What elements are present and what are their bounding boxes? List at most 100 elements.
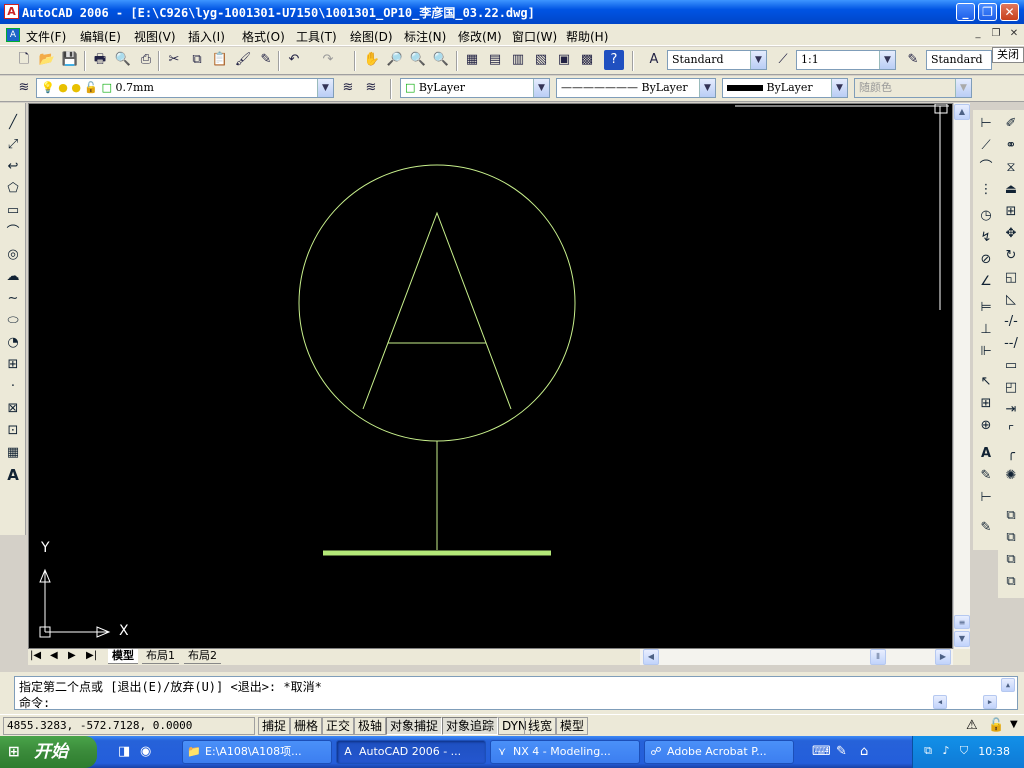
new-icon[interactable]: 🗋: [14, 50, 34, 70]
menu-modify[interactable]: 修改(M): [458, 28, 502, 45]
arc-icon[interactable]: ⌒: [2, 223, 24, 245]
lineweight-toggle[interactable]: 线宽: [524, 717, 557, 735]
stretch-icon[interactable]: ◺: [1000, 290, 1022, 312]
tab-last-button[interactable]: ▶|: [86, 650, 97, 661]
calculator-icon[interactable]: ▩: [577, 50, 597, 70]
menu-help[interactable]: 帮助(H): [566, 28, 608, 45]
layer-previous-icon[interactable]: ≋: [361, 78, 381, 98]
tab-layout2[interactable]: 布局2: [184, 649, 221, 664]
draw-order-back-icon[interactable]: ⧉: [1000, 528, 1022, 550]
menu-format[interactable]: 格式(O): [242, 28, 285, 45]
command-prompt[interactable]: 命令:: [19, 694, 50, 711]
redo-icon[interactable]: ↷: [318, 50, 338, 70]
diameter-dimension-icon[interactable]: ⊘: [975, 250, 997, 272]
drawing-area[interactable]: Y X: [28, 103, 953, 649]
scroll-up-button[interactable]: ▲: [954, 104, 970, 120]
table-style-icon[interactable]: ✎: [903, 50, 923, 70]
tab-model[interactable]: 模型: [108, 649, 138, 664]
menu-window[interactable]: 窗口(W): [512, 28, 557, 45]
pan-icon[interactable]: ✋: [362, 50, 382, 70]
multiline-text-icon[interactable]: A: [2, 465, 24, 487]
continue-dimension-icon[interactable]: ⊩: [975, 342, 997, 364]
cut-icon[interactable]: ✂: [164, 50, 184, 70]
tab-prev-button[interactable]: ◀: [50, 650, 58, 661]
keyboard-icon[interactable]: ⌨: [812, 744, 831, 759]
rotate-icon[interactable]: ↻: [1000, 246, 1022, 268]
mdi-minimize-button[interactable]: _: [970, 27, 986, 42]
quick-dimension-icon[interactable]: ⊨: [975, 298, 997, 320]
move-icon[interactable]: ✥: [1000, 224, 1022, 246]
match-properties-icon[interactable]: 🖌: [233, 50, 253, 70]
polar-toggle[interactable]: 极轴: [354, 717, 387, 735]
scroll-right-button[interactable]: ▶: [935, 649, 951, 665]
close-toolbar-button[interactable]: 关闭: [992, 47, 1024, 63]
dimension-update-icon[interactable]: ⊢: [975, 488, 997, 510]
tool-palettes-icon[interactable]: ▥: [508, 50, 528, 70]
plot-icon[interactable]: 🖶: [90, 50, 110, 70]
dimension-edit-icon[interactable]: A: [975, 444, 997, 466]
scroll-down-button[interactable]: ▼: [954, 631, 970, 647]
explode-icon[interactable]: ✺: [1000, 466, 1022, 488]
menu-insert[interactable]: 插入(I): [188, 28, 225, 45]
command-scroll-right[interactable]: ▶: [983, 695, 997, 709]
quicklaunch-icon-1[interactable]: ◨: [118, 744, 130, 759]
markup-icon[interactable]: ▣: [554, 50, 574, 70]
offset-icon[interactable]: ⏏: [1000, 180, 1022, 202]
draw-order-front-icon[interactable]: ⧉: [1000, 506, 1022, 528]
plot-preview-icon[interactable]: 🔍: [113, 50, 133, 70]
taskbar-item-explorer[interactable]: 📁 E:\A108\A108项...: [182, 740, 332, 764]
scroll-left-button[interactable]: ◀: [643, 649, 659, 665]
spline-icon[interactable]: ∼: [2, 289, 24, 311]
table-style-select[interactable]: Standard: [926, 50, 992, 70]
mdi-close-button[interactable]: ✕: [1006, 27, 1022, 42]
polygon-icon[interactable]: ⬠: [2, 179, 24, 201]
ellipse-arc-icon[interactable]: ◔: [2, 333, 24, 355]
break-icon[interactable]: ◰: [1000, 378, 1022, 400]
tab-layout1[interactable]: 布局1: [142, 649, 179, 664]
chamfer-icon[interactable]: ⌜: [1000, 422, 1022, 444]
text-style-icon[interactable]: A: [644, 50, 664, 70]
network-icon[interactable]: ⧉: [921, 744, 935, 758]
open-icon[interactable]: 📂: [37, 50, 57, 70]
design-center-icon[interactable]: ▤: [485, 50, 505, 70]
dim-scale-select[interactable]: 1:1 ▼: [796, 50, 896, 70]
ellipse-icon[interactable]: ⬭: [2, 311, 24, 333]
mdi-restore-button[interactable]: ❐: [988, 27, 1004, 42]
security-icon[interactable]: ⛉: [957, 744, 971, 758]
dim-style-icon[interactable]: ⟋: [773, 50, 793, 70]
undo-icon[interactable]: ↶: [284, 50, 304, 70]
save-icon[interactable]: 💾: [60, 50, 80, 70]
menu-file[interactable]: 文件(F): [26, 28, 66, 45]
communication-center-icon[interactable]: ⚠: [966, 718, 978, 733]
make-block-icon[interactable]: ·: [2, 377, 24, 399]
dimension-style-icon[interactable]: ✎: [975, 518, 997, 540]
restore-button[interactable]: ❐: [978, 3, 997, 21]
extend-icon[interactable]: --/: [1000, 334, 1022, 356]
pen-icon[interactable]: ✎: [836, 744, 847, 759]
circle-icon[interactable]: ◎: [2, 245, 24, 267]
help-icon[interactable]: ?: [604, 50, 624, 70]
menu-draw[interactable]: 绘图(D): [350, 28, 393, 45]
menu-view[interactable]: 视图(V): [134, 28, 176, 45]
taskbar-item-autocad[interactable]: A AutoCAD 2006 - ...: [336, 740, 486, 764]
scale-icon[interactable]: ◱: [1000, 268, 1022, 290]
revision-cloud-icon[interactable]: ☁: [2, 267, 24, 289]
sheet-set-icon[interactable]: ▧: [531, 50, 551, 70]
zoom-window-icon[interactable]: 🔍: [408, 50, 428, 70]
toolbar-lock-icon[interactable]: 🔓: [988, 718, 1004, 733]
publish-icon[interactable]: ⎙: [136, 50, 156, 70]
baseline-dimension-icon[interactable]: ⊥: [975, 320, 997, 342]
region-icon[interactable]: ▦: [2, 443, 24, 465]
taskbar-item-nx[interactable]: ⋎ NX 4 - Modeling...: [490, 740, 640, 764]
polyline-icon[interactable]: ↩: [2, 157, 24, 179]
copy-icon[interactable]: ⧉: [187, 50, 207, 70]
hatch-icon[interactable]: ⊡: [2, 421, 24, 443]
fillet-icon[interactable]: ╭: [1000, 444, 1022, 466]
rectangle-icon[interactable]: ▭: [2, 201, 24, 223]
vertical-scrollbar[interactable]: ▲ ≡ ▼: [953, 103, 970, 649]
linetype-select[interactable]: ——————— ByLayer ▼: [556, 78, 716, 98]
ime-icon[interactable]: ⌂: [860, 744, 868, 759]
start-button[interactable]: ⊞ 开始: [0, 736, 97, 768]
copy-object-icon[interactable]: ⚭: [1000, 136, 1022, 158]
break-at-point-icon[interactable]: ▭: [1000, 356, 1022, 378]
